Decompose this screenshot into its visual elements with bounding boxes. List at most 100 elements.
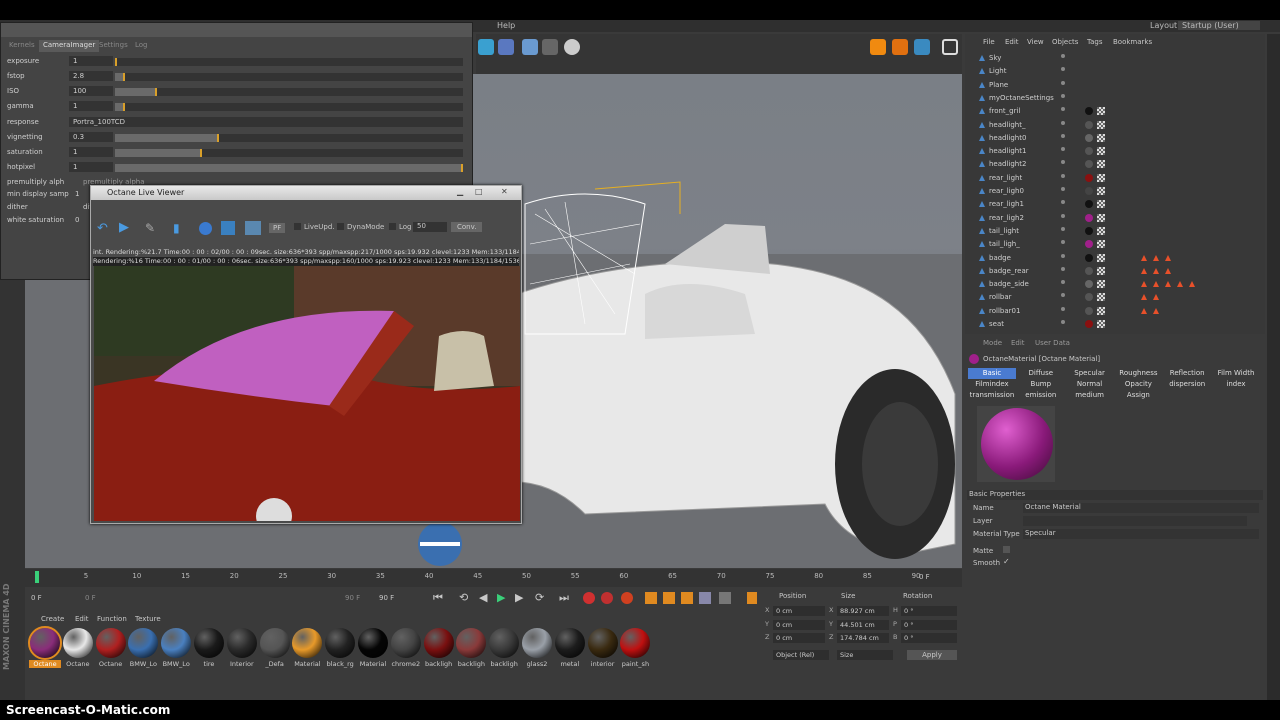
visibility-dot[interactable] (1061, 107, 1065, 112)
material-tag-icon[interactable] (1085, 226, 1093, 235)
material-tab[interactable]: Normal (1066, 379, 1114, 390)
exposure-slider[interactable] (115, 58, 463, 66)
warning-tag-icon[interactable] (1165, 267, 1171, 274)
material-swatch[interactable] (554, 628, 585, 658)
material-tag-icon[interactable] (1085, 187, 1093, 195)
octane-s-icon[interactable] (870, 39, 886, 55)
layout-select[interactable]: Startup (User) (1178, 21, 1260, 30)
texture-tag-icon[interactable] (1097, 280, 1105, 289)
size-field[interactable]: 88.927 cm (837, 606, 889, 616)
material-tag-icon[interactable] (1085, 213, 1093, 222)
warning-tag-icon[interactable] (1177, 281, 1183, 288)
material-swatch[interactable] (620, 628, 651, 658)
move-key-icon[interactable] (645, 592, 657, 604)
material-tab[interactable]: Bump (1017, 379, 1065, 390)
object-row[interactable]: front_gril (965, 105, 1265, 118)
tab-cameraimager[interactable]: CameraImager (39, 40, 100, 52)
material-swatch[interactable] (456, 628, 487, 658)
texture-tag-icon[interactable] (1097, 200, 1105, 209)
object-row[interactable]: badge (965, 252, 1265, 265)
vignetting-slider[interactable] (115, 134, 463, 142)
save-icon[interactable] (221, 221, 235, 235)
menu-help[interactable]: Help (497, 21, 515, 30)
texture-tag-icon[interactable] (1097, 226, 1105, 235)
visibility-dot[interactable] (1061, 93, 1065, 98)
dynamode-checkbox[interactable] (337, 223, 344, 230)
attr-menu-edit[interactable]: Edit (1011, 339, 1025, 347)
saturation-slider[interactable] (115, 149, 463, 157)
material-tag-icon[interactable] (1085, 293, 1093, 302)
visibility-dot[interactable] (1061, 187, 1065, 191)
material-tag-icon[interactable] (1085, 200, 1093, 209)
visibility-dot[interactable] (1061, 54, 1065, 58)
matte-checkbox[interactable] (1003, 546, 1010, 553)
texture-tag-icon[interactable] (1097, 253, 1105, 262)
play-icon[interactable]: ▶ (119, 220, 129, 235)
maximize-icon[interactable]: □ (475, 187, 483, 196)
visibility-dot[interactable] (1061, 293, 1065, 298)
max-frame-field[interactable]: 90 F (345, 594, 360, 602)
material-preview[interactable] (977, 406, 1055, 482)
scale-key-icon[interactable] (663, 592, 675, 604)
gamma-slider[interactable] (115, 103, 463, 111)
visibility-dot[interactable] (1061, 80, 1065, 85)
warning-tag-icon[interactable] (1165, 254, 1171, 261)
obj-menu-view[interactable]: View (1027, 38, 1044, 46)
material-tab[interactable]: Roughness (1114, 368, 1162, 379)
warning-tag-icon[interactable] (1165, 281, 1171, 288)
texture-tag-icon[interactable] (1097, 187, 1105, 195)
material-tab[interactable]: Assign (1114, 390, 1162, 401)
obj-menu-bookmarks[interactable]: Bookmarks (1113, 38, 1152, 46)
octane-s2-icon[interactable] (892, 39, 908, 55)
material-swatch[interactable] (194, 628, 224, 658)
min-frame-field[interactable]: 0 F (85, 594, 96, 602)
object-row[interactable]: tail_ligh_ (965, 238, 1265, 251)
material-swatch[interactable] (587, 628, 618, 658)
material-tab[interactable]: index (1212, 379, 1260, 390)
live-viewer-titlebar[interactable]: Octane Live Viewer ▁ □ ✕ (91, 186, 521, 200)
rotation-field[interactable]: 0 ° (901, 606, 957, 616)
playhead[interactable] (35, 571, 39, 583)
obj-menu-edit[interactable]: Edit (1005, 38, 1019, 46)
object-row[interactable]: headlight_ (965, 119, 1265, 132)
camera-icon[interactable] (245, 221, 261, 235)
warning-tag-icon[interactable] (1141, 307, 1147, 314)
object-row[interactable]: badge_side (965, 278, 1265, 291)
material-swatch[interactable] (161, 628, 192, 658)
object-row[interactable]: seat (965, 318, 1265, 331)
obj-menu-tags[interactable]: Tags (1087, 38, 1103, 46)
material-swatch[interactable] (390, 628, 421, 658)
material-tab[interactable]: Specular (1066, 368, 1114, 379)
fstop-value[interactable]: 2.8 (69, 71, 113, 81)
visibility-dot[interactable] (1061, 226, 1065, 231)
fullscreen-icon[interactable] (942, 39, 958, 55)
material-swatch[interactable] (489, 628, 520, 658)
spline-tool-icon[interactable] (498, 39, 514, 55)
material-swatch[interactable] (62, 628, 93, 658)
material-tab[interactable]: Basic (968, 368, 1016, 379)
material-swatch[interactable] (423, 628, 454, 658)
material-tag-icon[interactable] (1085, 280, 1093, 289)
material-tab[interactable]: dispersion (1163, 379, 1211, 390)
material-tag-icon[interactable] (1085, 107, 1093, 116)
position-field[interactable]: 0 cm (773, 619, 825, 630)
visibility-dot[interactable] (1061, 120, 1065, 125)
camera-window-titlebar[interactable] (1, 23, 472, 37)
visibility-dot[interactable] (1061, 213, 1065, 218)
texture-tag-icon[interactable] (1097, 240, 1105, 249)
name-field[interactable]: Octane Material (1023, 503, 1259, 513)
apply-button[interactable]: Apply (907, 650, 957, 660)
grid-key-icon[interactable] (719, 592, 731, 604)
undo-icon[interactable]: ↶ (97, 221, 108, 236)
object-mode-select[interactable]: Object (Rel) (773, 650, 829, 660)
material-swatch[interactable] (522, 628, 552, 658)
attr-menu-mode[interactable]: Mode (983, 339, 1002, 347)
tab-kernels[interactable]: Kernels (5, 40, 39, 52)
material-swatch[interactable] (28, 626, 62, 660)
timeline-icon[interactable] (747, 592, 757, 604)
texture-tag-icon[interactable] (1097, 293, 1105, 302)
visibility-dot[interactable] (1061, 280, 1065, 285)
warning-tag-icon[interactable] (1153, 254, 1159, 261)
visibility-dot[interactable] (1061, 240, 1065, 245)
play-forward-icon[interactable]: ▶ (497, 591, 505, 604)
